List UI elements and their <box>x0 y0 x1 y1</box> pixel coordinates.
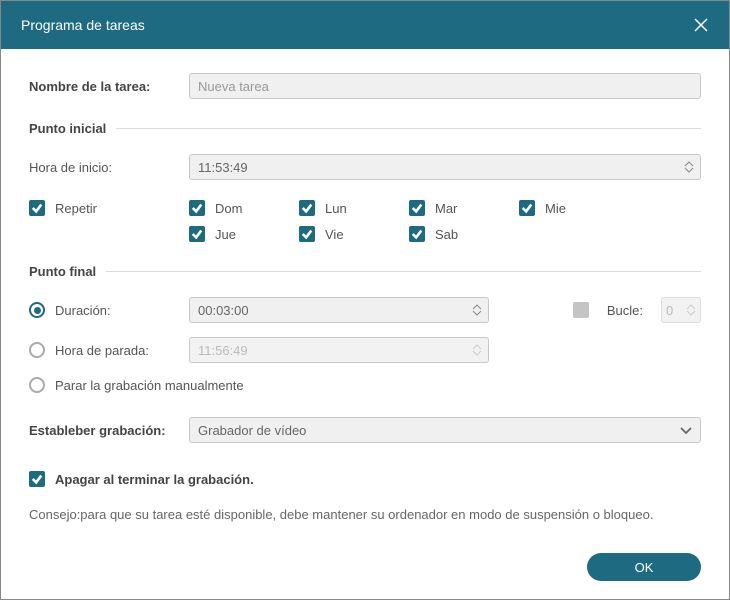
day-mie-label: Mie <box>545 201 566 216</box>
day-mar-checkbox[interactable] <box>409 200 425 216</box>
close-icon[interactable] <box>693 17 709 33</box>
day-dom: Dom <box>189 200 299 216</box>
task-scheduler-dialog: Programa de tareas Nombre de la tarea: P… <box>0 0 730 600</box>
shutdown-checkbox[interactable] <box>29 471 45 487</box>
day-jue-label: Jue <box>215 227 236 242</box>
chevron-down-icon <box>680 423 692 438</box>
day-mie: Mie <box>519 200 629 216</box>
divider <box>116 128 701 129</box>
stoptime-input[interactable]: 11:56:49 <box>189 337 489 363</box>
task-name-input[interactable] <box>189 73 701 99</box>
day-dom-checkbox[interactable] <box>189 200 205 216</box>
day-mie-checkbox[interactable] <box>519 200 535 216</box>
start-time-label: Hora de inicio: <box>29 160 189 175</box>
duration-input[interactable]: 00:03:00 <box>189 297 489 323</box>
shutdown-label: Apagar al terminar la grabación. <box>55 472 254 487</box>
recorder-label: Estableber grabación: <box>29 423 189 438</box>
day-sab-checkbox[interactable] <box>409 226 425 242</box>
titlebar: Programa de tareas <box>1 1 729 49</box>
stoptime-value: 11:56:49 <box>198 343 248 358</box>
section-end-title: Punto final <box>29 264 96 279</box>
duration-label: Duración: <box>55 303 111 318</box>
loop-label: Bucle: <box>607 303 643 318</box>
loop-count-input[interactable]: 0 <box>661 297 701 323</box>
day-jue-checkbox[interactable] <box>189 226 205 242</box>
day-dom-label: Dom <box>215 201 242 216</box>
stoptime-label: Hora de parada: <box>55 343 149 358</box>
section-start-title: Punto inicial <box>29 121 106 136</box>
manual-stop-label: Parar la grabación manualmente <box>55 378 244 393</box>
repeat-checkbox[interactable] <box>29 200 45 216</box>
duration-value: 00:03:00 <box>198 303 249 318</box>
start-time-value: 11:53:49 <box>198 160 248 175</box>
dialog-title: Programa de tareas <box>21 17 145 33</box>
days-grid: Dom Lun Mar Mie <box>189 200 701 242</box>
day-mar-label: Mar <box>435 201 457 216</box>
recorder-select[interactable]: Grabador de vídeo <box>189 417 701 443</box>
loop-checkbox[interactable] <box>573 302 589 318</box>
day-lun: Lun <box>299 200 409 216</box>
manual-stop-radio[interactable] <box>29 377 45 393</box>
day-mar: Mar <box>409 200 519 216</box>
section-end-header: Punto final <box>29 264 701 279</box>
recorder-value: Grabador de vídeo <box>198 423 306 438</box>
dialog-body: Nombre de la tarea: Punto inicial Hora d… <box>1 49 729 599</box>
repeat-label: Repetir <box>55 201 97 216</box>
day-sab: Sab <box>409 226 519 242</box>
spinner-arrows-icon[interactable] <box>686 299 698 321</box>
day-vie: Vie <box>299 226 409 242</box>
spinner-arrows-icon[interactable] <box>684 156 696 178</box>
day-lun-label: Lun <box>325 201 347 216</box>
spinner-arrows-icon[interactable] <box>472 299 484 321</box>
ok-button[interactable]: OK <box>587 553 701 581</box>
day-vie-checkbox[interactable] <box>299 226 315 242</box>
loop-value: 0 <box>666 303 673 318</box>
section-start-header: Punto inicial <box>29 121 701 136</box>
duration-radio[interactable] <box>29 302 45 318</box>
footer: OK <box>29 531 701 581</box>
tip-text: Consejo:para que su tarea esté disponibl… <box>29 507 701 522</box>
day-jue: Jue <box>189 226 299 242</box>
stoptime-radio[interactable] <box>29 342 45 358</box>
day-lun-checkbox[interactable] <box>299 200 315 216</box>
day-sab-label: Sab <box>435 227 458 242</box>
spinner-arrows-icon[interactable] <box>472 339 484 361</box>
start-time-input[interactable]: 11:53:49 <box>189 154 701 180</box>
divider <box>106 271 701 272</box>
day-vie-label: Vie <box>325 227 344 242</box>
task-name-label: Nombre de la tarea: <box>29 79 189 94</box>
